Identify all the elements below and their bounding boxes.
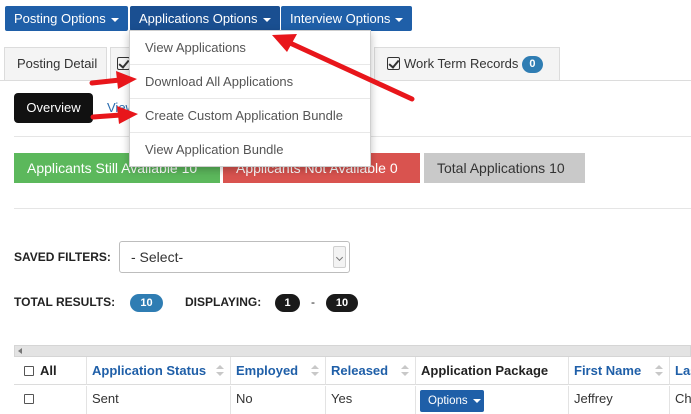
horizontal-scrollbar[interactable] [14,345,691,357]
scroll-left-icon[interactable] [18,348,22,354]
package-options-label: Options [428,395,468,407]
posting-options-label: Posting Options [14,11,106,26]
menu-item-create-custom-application-bundle[interactable]: Create Custom Application Bundle [130,99,370,133]
section-divider [14,208,691,209]
select-all-checkbox[interactable] [24,366,34,376]
header-released-label: Released [331,363,389,378]
displaying-to-badge: 10 [326,294,358,312]
row-checkbox[interactable] [24,394,34,404]
header-employed-label: Employed [236,363,299,378]
header-last-name-label: Las [675,363,691,378]
sort-icon[interactable] [401,365,409,377]
header-select-all[interactable]: All [14,357,87,385]
applications-options-button[interactable]: Applications Options [130,6,280,31]
header-released[interactable]: Released [326,357,416,385]
applications-options-label: Applications Options [139,11,258,26]
applications-options-menu: View Applications Download All Applicati… [129,30,371,167]
displaying-label: DISPLAYING: [185,295,262,309]
caret-down-icon [395,17,404,22]
displaying-from-badge: 1 [275,294,300,312]
displaying-separator: - [311,295,315,309]
saved-filters-label: SAVED FILTERS: [14,250,111,264]
menu-item-download-all-applications[interactable]: Download All Applications [130,65,370,99]
total-applications-bar[interactable]: Total Applications 10 [424,153,585,183]
menu-item-view-applications[interactable]: View Applications [130,31,370,65]
interview-options-label: Interview Options [290,11,391,26]
header-all-label: All [40,363,57,378]
total-results-badge: 10 [130,294,163,312]
tab-posting-detail-label: Posting Detail [17,56,98,71]
interview-options-button[interactable]: Interview Options [281,6,413,31]
header-application-package: Application Package [416,357,569,385]
header-application-status[interactable]: Application Status [87,357,231,385]
caret-down-icon [110,17,119,22]
caret-down-icon [472,398,481,403]
package-options-button[interactable]: Options [420,390,484,412]
header-employed[interactable]: Employed [231,357,326,385]
cell-first-name: Jeffrey [569,386,670,414]
posting-options-button[interactable]: Posting Options [5,6,128,31]
sort-icon[interactable] [311,365,319,377]
menu-item-view-application-bundle[interactable]: View Application Bundle [130,133,370,167]
header-first-name-label: First Name [574,363,642,378]
header-last-name[interactable]: Las [670,357,691,385]
cell-released: Yes [326,386,416,414]
header-application-package-label: Application Package [421,363,549,378]
checkbox-icon [387,57,400,70]
total-results-label: TOTAL RESULTS: [14,295,116,309]
header-first-name[interactable]: First Name [569,357,670,385]
sort-icon[interactable] [216,365,224,377]
work-term-count-badge: 0 [522,56,543,74]
saved-filters-selected-value: - Select- [131,249,184,265]
tab-work-term-records-label: Work Term Records [404,56,519,71]
sort-icon[interactable] [655,365,663,377]
saved-filters-select[interactable]: - Select- [119,241,350,273]
tab-work-term-records[interactable]: Work Term Records 0 [374,47,560,80]
cell-application-status: Sent [87,386,231,414]
table-row-checkbox-cell[interactable] [14,386,87,414]
tab-posting-detail[interactable]: Posting Detail [4,47,107,80]
header-application-status-label: Application Status [92,363,207,378]
chevron-down-icon [333,246,346,268]
caret-down-icon [262,17,271,22]
overview-button[interactable]: Overview [14,93,93,123]
cell-employed: No [231,386,326,414]
cell-last-name: Che [675,391,691,406]
